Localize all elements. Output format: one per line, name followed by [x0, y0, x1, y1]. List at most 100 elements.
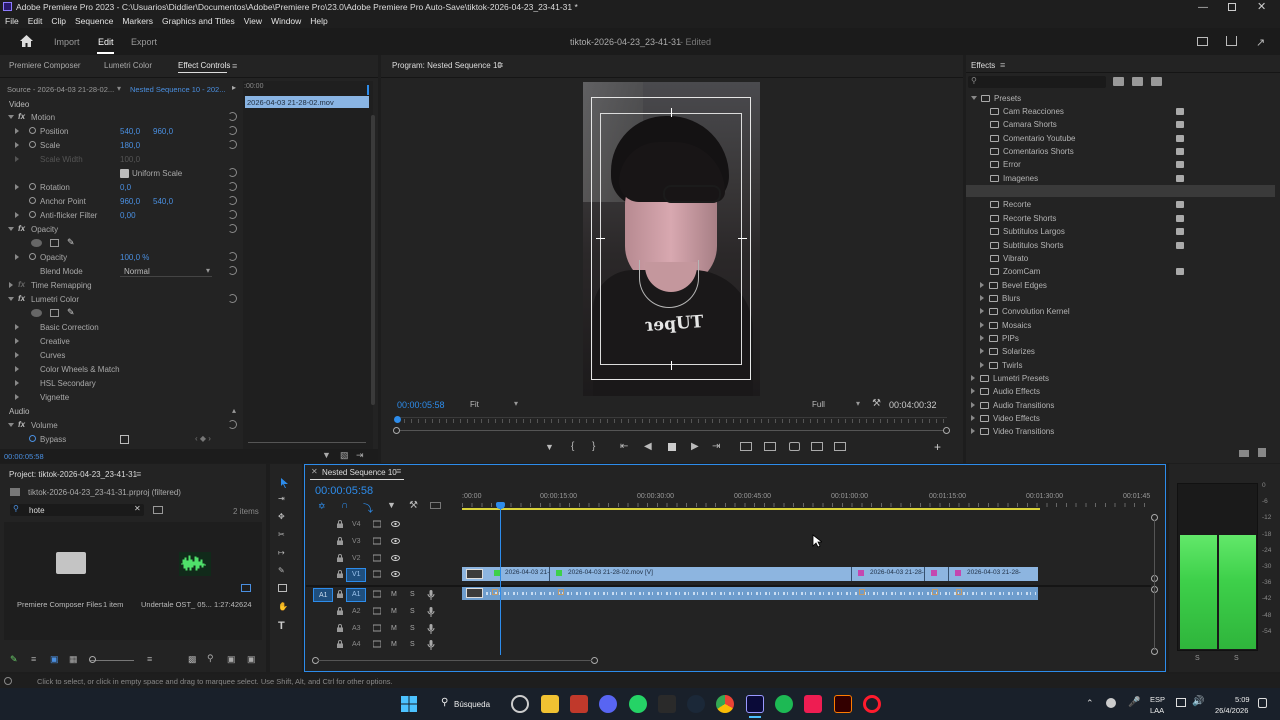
expand-icon[interactable] [15, 142, 19, 148]
new-bin-icon[interactable]: ▣ [227, 654, 236, 665]
track-header[interactable]: A2 M S [306, 604, 461, 621]
tab-export[interactable]: Export [131, 37, 157, 47]
menu-clip[interactable]: Clip [46, 14, 70, 26]
stop-icon[interactable] [668, 443, 676, 451]
ellipse-mask-icon[interactable] [31, 239, 42, 247]
mute-button[interactable]: M [391, 591, 399, 599]
discord-icon[interactable] [599, 695, 617, 713]
clear-search-icon[interactable]: ✕ [134, 504, 141, 513]
layout-label[interactable]: LAA [1150, 706, 1164, 715]
menu-graphics[interactable]: Graphics and Titles [157, 14, 239, 26]
program-scrub-bar[interactable] [397, 417, 947, 429]
expand-icon[interactable] [980, 334, 984, 341]
expand-icon[interactable] [980, 308, 984, 315]
eye-icon[interactable] [391, 570, 400, 578]
audio-thumbnail[interactable] [179, 552, 211, 576]
expand-icon[interactable] [15, 184, 19, 190]
bin-folder-icon[interactable] [56, 552, 86, 574]
expand-icon[interactable] [971, 428, 975, 435]
toggle-sync-lock-icon[interactable] [373, 624, 381, 632]
menu-view[interactable]: View [239, 14, 266, 26]
solo-button[interactable]: S [410, 625, 418, 633]
lock-icon[interactable] [336, 640, 344, 648]
thumb-size-slider[interactable] [90, 660, 134, 661]
microphone-icon[interactable] [427, 590, 435, 600]
go-to-out-icon[interactable]: ⇥ [712, 441, 720, 452]
bypass-checkbox[interactable] [120, 435, 129, 444]
microphone-icon[interactable]: 🎤 [1128, 697, 1140, 708]
menu-window[interactable]: Window [266, 14, 305, 26]
preset-item[interactable]: Cam Reacciones [968, 105, 1278, 118]
preset-folder-item[interactable]: Mosaics [968, 319, 1278, 332]
opera-icon[interactable] [863, 695, 881, 713]
widgets-icon[interactable] [511, 695, 529, 713]
illustrator-icon[interactable] [834, 695, 852, 713]
keyframe-marker[interactable] [956, 589, 962, 595]
collapse-icon[interactable]: ▴ [232, 406, 236, 415]
clock-date[interactable]: 26/4/2026 [1215, 706, 1248, 715]
mute-button[interactable]: M [391, 625, 399, 633]
step-forward-icon[interactable]: ▶ [691, 441, 699, 452]
expand-icon[interactable] [15, 212, 19, 218]
track-select-tool-icon[interactable]: ⇥ [278, 494, 292, 506]
lift-icon[interactable] [740, 442, 752, 451]
stopwatch-icon[interactable] [29, 197, 36, 204]
lock-icon[interactable] [336, 537, 344, 545]
playhead-handle[interactable] [496, 502, 505, 509]
type-tool-icon[interactable]: T [278, 620, 292, 632]
reset-icon[interactable] [228, 168, 237, 177]
menu-sequence[interactable]: Sequence [70, 14, 117, 26]
track-header[interactable]: V2 [306, 551, 461, 568]
tab-premiere-composer[interactable]: Premiere Composer [9, 61, 81, 70]
workspaces-icon[interactable] [1197, 37, 1208, 46]
microphone-icon[interactable] [427, 607, 435, 617]
clock-time[interactable]: 5:09 [1235, 695, 1250, 704]
quality-select[interactable]: Full ▾ [810, 399, 862, 411]
delete-icon[interactable] [1258, 448, 1266, 457]
expand-icon[interactable] [980, 348, 984, 355]
pen-mask-icon[interactable]: ✎ [67, 307, 75, 318]
rotation-value[interactable]: 0,0 [120, 183, 131, 192]
lumetri-row[interactable]: fx Lumetri Color [0, 293, 240, 306]
automate-icon[interactable]: ▩ [188, 654, 197, 665]
ec-zoom-slider[interactable] [248, 442, 366, 443]
tiktok-icon[interactable] [804, 695, 822, 713]
expand-icon[interactable] [15, 128, 19, 134]
preset-folder-item[interactable]: Convolution Kernel [968, 305, 1278, 318]
rect-mask-icon[interactable] [50, 309, 59, 317]
clip-label[interactable]: 2026-04-03 21- [505, 569, 549, 576]
tab-import[interactable]: Import [54, 37, 80, 47]
32bit-effects-icon[interactable] [1132, 77, 1143, 86]
clip-label[interactable]: 2026-04-03 21-28- [870, 569, 924, 576]
project-menu-icon[interactable]: ≡ [136, 469, 141, 479]
preset-item[interactable]: Recorte Shorts [968, 212, 1278, 225]
tray-app-icon[interactable] [1106, 698, 1116, 708]
ellipse-mask-icon[interactable] [31, 309, 42, 317]
expand-icon[interactable] [980, 294, 984, 301]
eye-icon[interactable] [391, 537, 400, 545]
sort-icon[interactable]: ≡ [147, 654, 152, 664]
expand-icon[interactable] [15, 394, 19, 400]
filter-icon[interactable]: ▼ [322, 450, 331, 460]
freeform-view-icon[interactable]: ▦ [69, 654, 78, 665]
reset-icon[interactable] [228, 252, 237, 261]
slip-tool-icon[interactable]: ↦ [278, 548, 292, 560]
scale-value[interactable]: 180,0 [120, 141, 140, 150]
expand-icon[interactable] [971, 388, 975, 395]
meter-solo-right[interactable]: S [1234, 655, 1239, 662]
home-icon[interactable] [20, 35, 33, 47]
maximize-button[interactable] [1228, 3, 1236, 11]
export-frame-icon[interactable]: ▧ [340, 450, 349, 461]
lumetri-item[interactable]: HSL Secondary [0, 377, 240, 390]
eye-icon[interactable] [391, 520, 400, 528]
expand-icon[interactable] [980, 281, 984, 288]
language-label[interactable]: ESP [1150, 695, 1165, 704]
tab-edit[interactable]: Edit [98, 37, 114, 47]
chrome-icon[interactable] [716, 695, 734, 713]
preset-item[interactable]: Subtitulos Shorts [968, 239, 1278, 252]
accelerated-effects-icon[interactable] [1113, 77, 1124, 86]
track-header[interactable]: A1 A1 M S [306, 587, 461, 604]
rectangle-tool-icon[interactable] [278, 584, 292, 596]
tab-lumetri-color[interactable]: Lumetri Color [104, 61, 152, 70]
track-header[interactable]: V4 [306, 517, 461, 534]
